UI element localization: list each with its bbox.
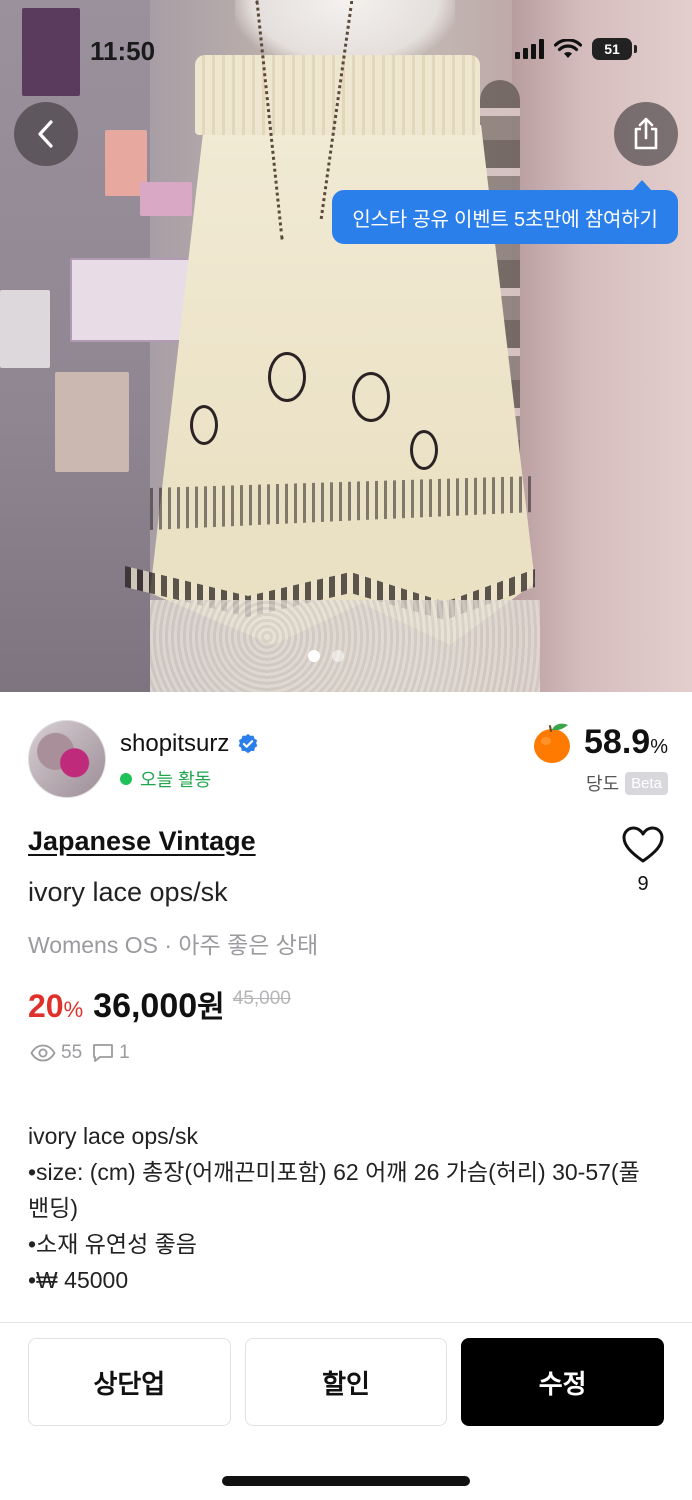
product-title: ivory lace ops/sk xyxy=(28,877,228,907)
photo-wall-sticker xyxy=(55,372,129,472)
sweetness-value: 58.9 xyxy=(584,722,651,761)
discount-button[interactable]: 할인 xyxy=(244,1338,448,1426)
battery-level: 51 xyxy=(604,41,620,57)
discount-rate: 20% xyxy=(28,988,83,1025)
product-description: ivory lace ops/sk •size: (cm) 총장(어깨끈미포함)… xyxy=(28,1123,640,1293)
status-bar-time: 11:50 xyxy=(90,36,156,66)
photo-wall-sticker xyxy=(140,182,192,216)
share-icon xyxy=(634,117,658,150)
share-event-tooltip[interactable]: 인스타 공유 이벤트 5초만에 참여하기 xyxy=(332,180,678,244)
product-image-carousel[interactable]: 11:50 51 인스타 공유 이벤트 5초만에 참여하기 xyxy=(0,0,692,692)
photo-lace-motif xyxy=(410,430,438,470)
bottom-bar-divider xyxy=(0,1322,692,1323)
heart-icon xyxy=(622,826,664,863)
home-indicator[interactable] xyxy=(222,1476,470,1486)
sweetness-label: 당도 xyxy=(586,774,620,794)
beta-badge: Beta xyxy=(625,771,668,795)
carousel-dot-active[interactable] xyxy=(308,650,320,662)
orange-fruit-icon xyxy=(534,723,571,763)
photo-lace-motif xyxy=(190,405,218,445)
like-button[interactable]: 9 xyxy=(618,826,668,896)
sale-price-value: 36,000 xyxy=(93,987,198,1025)
product-size-condition: Womens OS · 아주 좋은 상태 xyxy=(28,932,319,958)
battery-icon: 51 xyxy=(592,38,637,60)
photo-lace-motif xyxy=(352,372,390,422)
photo-wall-switch xyxy=(0,290,50,368)
chevron-left-icon xyxy=(38,120,53,148)
cellular-signal-icon xyxy=(515,39,544,59)
photo-wall-certificate xyxy=(70,258,192,342)
seller-profile[interactable]: shopitsurz 오늘 활동 58.9% 당도 Beta xyxy=(28,720,668,800)
verified-badge-icon xyxy=(239,733,258,754)
seller-name[interactable]: shopitsurz xyxy=(120,730,229,758)
original-price: 45,000 xyxy=(232,988,291,1009)
photo-dress-lace-trim xyxy=(150,600,540,692)
status-bar-icons: 51 xyxy=(515,38,637,60)
sale-price-unit: 원 xyxy=(197,991,225,1024)
online-dot-icon xyxy=(120,773,132,785)
chat-bubble-icon xyxy=(93,1044,114,1062)
bottom-action-bar: 상단업 할인 수정 xyxy=(28,1338,665,1426)
share-button[interactable] xyxy=(614,102,678,166)
sweetness-unit: % xyxy=(650,735,668,758)
seller-sweetness-score[interactable]: 58.9% 당도 Beta xyxy=(530,720,668,796)
view-count: 55 xyxy=(61,1042,83,1063)
sale-price: 36,000원 xyxy=(93,982,225,1026)
eye-icon xyxy=(30,1044,56,1062)
seller-name-row[interactable]: shopitsurz xyxy=(120,730,259,758)
photo-background-door xyxy=(512,0,692,692)
seller-avatar[interactable] xyxy=(28,720,106,798)
seller-activity-label: 오늘 활동 xyxy=(140,770,212,790)
like-count: 9 xyxy=(637,873,649,895)
edit-button[interactable]: 수정 xyxy=(461,1338,665,1426)
bump-to-top-button[interactable]: 상단업 xyxy=(28,1338,231,1426)
wifi-icon xyxy=(554,39,582,58)
product-brand-link[interactable]: Japanese Vintage xyxy=(28,826,256,857)
carousel-page-indicator xyxy=(308,650,344,662)
product-stats: 55 1 xyxy=(30,1042,130,1064)
photo-lace-motif xyxy=(268,352,306,402)
discount-value: 20 xyxy=(28,988,64,1024)
back-button[interactable] xyxy=(14,102,78,166)
price-row: 20% 36,000원 45,000 xyxy=(28,982,291,1026)
photo-wall-sticker xyxy=(22,8,80,96)
discount-unit: % xyxy=(63,997,84,1022)
seller-activity-status: 오늘 활동 xyxy=(120,766,211,792)
carousel-dot[interactable] xyxy=(332,650,344,662)
chat-count: 1 xyxy=(119,1042,130,1063)
